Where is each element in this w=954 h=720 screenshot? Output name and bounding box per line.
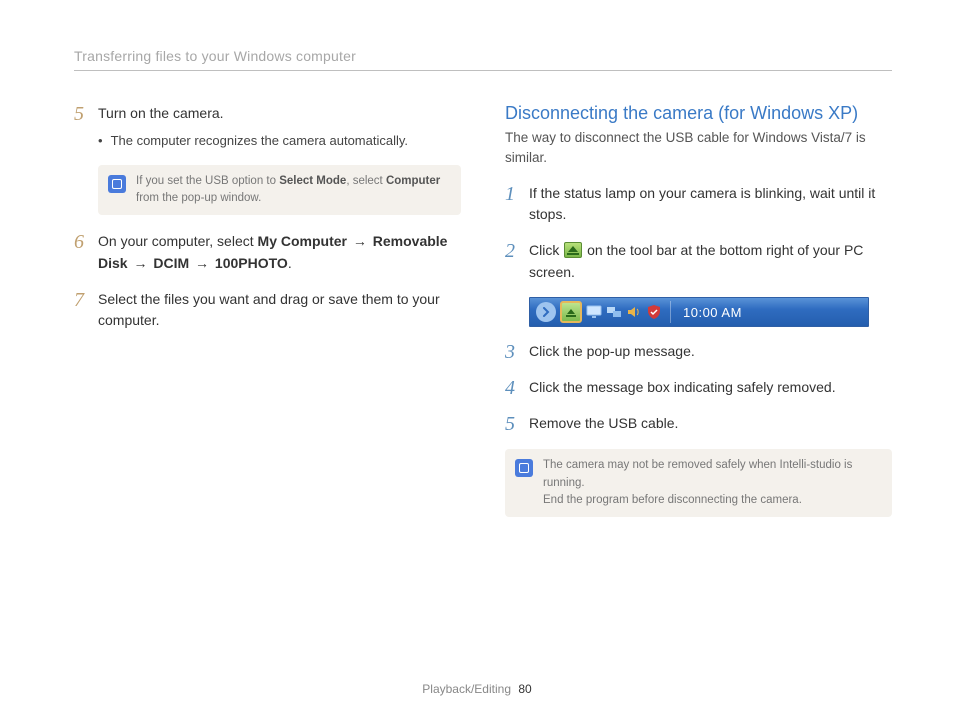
step-text: Remove the USB cable. bbox=[529, 413, 892, 435]
step-bullet: • The computer recognizes the camera aut… bbox=[98, 131, 461, 151]
header-title: Transferring files to your Windows compu… bbox=[74, 48, 892, 71]
rstep-5: 5 Remove the USB cable. bbox=[505, 413, 892, 435]
taskbar-clock: 10:00 AM bbox=[681, 305, 868, 320]
section-heading: Disconnecting the camera (for Windows XP… bbox=[505, 103, 892, 124]
taskbar: 10:00 AM bbox=[529, 297, 869, 327]
step-text: Turn on the camera. bbox=[98, 103, 461, 125]
rstep-1: 1 If the status lamp on your camera is b… bbox=[505, 183, 892, 226]
display-tray-icon[interactable] bbox=[586, 304, 602, 320]
step-5: 5 Turn on the camera. • The computer rec… bbox=[74, 103, 461, 151]
step-number: 7 bbox=[74, 289, 88, 311]
security-tray-icon[interactable] bbox=[646, 304, 662, 320]
step-number: 4 bbox=[505, 377, 519, 399]
step-7: 7 Select the files you want and drag or … bbox=[74, 289, 461, 332]
volume-tray-icon[interactable] bbox=[626, 304, 642, 320]
step-number: 6 bbox=[74, 231, 88, 253]
step-number: 3 bbox=[505, 341, 519, 363]
step-text: If the status lamp on your camera is bli… bbox=[529, 183, 892, 226]
footer: Playback/Editing 80 bbox=[0, 682, 954, 696]
step-number: 1 bbox=[505, 183, 519, 205]
rstep-4: 4 Click the message box indicating safel… bbox=[505, 377, 892, 399]
right-column: Disconnecting the camera (for Windows XP… bbox=[505, 103, 892, 533]
rstep-2: 2 Click on the tool bar at the bottom ri… bbox=[505, 240, 892, 283]
page-number: 80 bbox=[518, 682, 531, 696]
step-text: Select the files you want and drag or sa… bbox=[98, 289, 461, 332]
note-icon bbox=[108, 175, 126, 193]
note-box: If you set the USB option to Select Mode… bbox=[98, 165, 461, 216]
footer-section: Playback/Editing bbox=[422, 682, 511, 696]
note-icon bbox=[515, 459, 533, 477]
note-text: If you set the USB option to Select Mode… bbox=[136, 173, 451, 208]
step-text: Click the pop-up message. bbox=[529, 341, 892, 363]
step-text: Click the message box indicating safely … bbox=[529, 377, 892, 399]
section-subtext: The way to disconnect the USB cable for … bbox=[505, 128, 892, 169]
step-6: 6 On your computer, select My Computer →… bbox=[74, 231, 461, 274]
safely-remove-tray-icon[interactable] bbox=[560, 301, 582, 323]
network-tray-icon[interactable] bbox=[606, 304, 622, 320]
left-column: 5 Turn on the camera. • The computer rec… bbox=[74, 103, 461, 533]
rstep-3: 3 Click the pop-up message. bbox=[505, 341, 892, 363]
step-number: 5 bbox=[505, 413, 519, 435]
note-text: The camera may not be removed safely whe… bbox=[543, 457, 882, 509]
step-text: Click on the tool bar at the bottom righ… bbox=[529, 240, 892, 283]
expand-tray-icon[interactable] bbox=[536, 302, 556, 322]
safely-remove-icon bbox=[564, 242, 582, 258]
tray-divider bbox=[670, 301, 671, 323]
step-number: 5 bbox=[74, 103, 88, 125]
step-text: On your computer, select My Computer → R… bbox=[98, 231, 461, 274]
step-number: 2 bbox=[505, 240, 519, 262]
bullet-text: The computer recognizes the camera autom… bbox=[111, 131, 408, 151]
note-box: The camera may not be removed safely whe… bbox=[505, 449, 892, 517]
